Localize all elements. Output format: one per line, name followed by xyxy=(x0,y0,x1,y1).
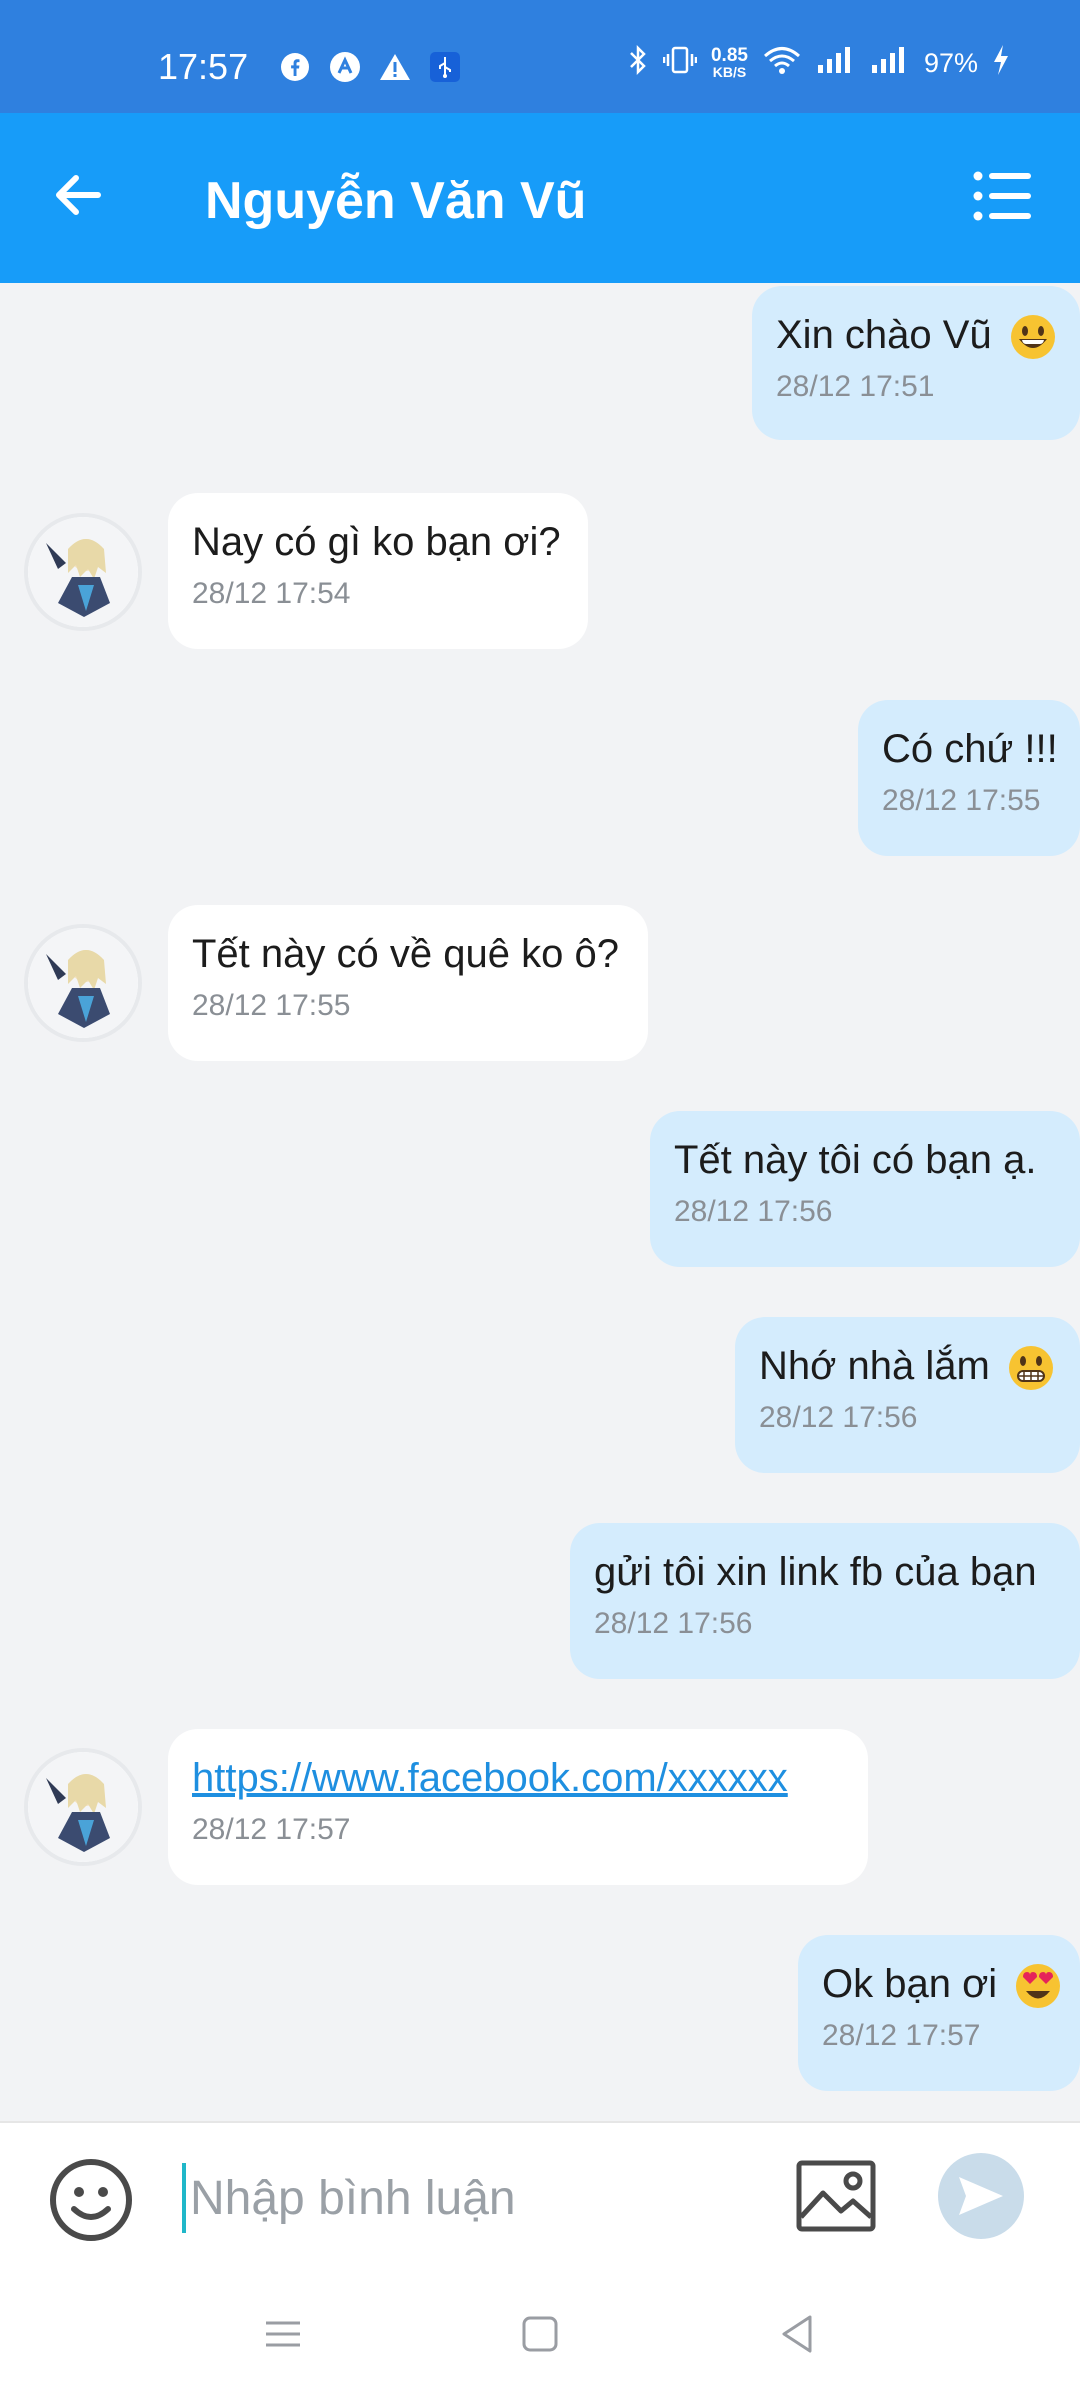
system-back-button[interactable] xyxy=(772,2309,822,2359)
grimacing-face-icon xyxy=(1008,1346,1053,1391)
message-text-line: Ok bạn ơi xyxy=(822,1957,1061,2011)
vibrate-icon xyxy=(662,45,698,82)
send-button[interactable] xyxy=(938,2153,1024,2239)
message-bubble-outgoing[interactable]: Có chứ !!! 28/12 17:55 xyxy=(858,700,1080,856)
status-right-icons: 0.85 KB/S 97% xyxy=(627,44,1010,83)
heart-eyes-face-icon xyxy=(1016,1964,1061,2009)
charging-icon xyxy=(992,44,1010,83)
bluetooth-icon xyxy=(627,44,649,83)
message-time: 28/12 17:56 xyxy=(759,1401,918,1434)
message-bubble-incoming[interactable]: https://www.facebook.com/xxxxxx 28/12 17… xyxy=(168,1729,868,1885)
message-text-line: https://www.facebook.com/xxxxxx xyxy=(192,1751,844,1805)
avatar[interactable] xyxy=(24,924,142,1042)
home-button[interactable] xyxy=(515,2309,565,2359)
avatar-image-icon xyxy=(28,1752,138,1862)
facebook-icon xyxy=(278,50,312,84)
message-composer xyxy=(0,2121,1080,2271)
message-text: Ok bạn ơi xyxy=(822,1962,998,2006)
status-time: 17:57 xyxy=(158,46,249,87)
warning-icon xyxy=(378,50,412,84)
usb-icon xyxy=(428,50,462,84)
message-time: 28/12 17:57 xyxy=(192,1813,351,1846)
send-icon xyxy=(959,2177,1003,2215)
message-bubble-incoming[interactable]: Nay có gì ko bạn ơi? 28/12 17:54 xyxy=(168,493,588,649)
message-text-line: Xin chào Vũ xyxy=(776,308,1056,362)
back-button[interactable] xyxy=(48,165,108,225)
app-notification-icon xyxy=(328,50,362,84)
status-bar: 17:57 0.85 KB/S 97% xyxy=(0,0,1080,113)
chat-title: Nguyễn Văn Vũ xyxy=(205,172,587,230)
system-nav-bar xyxy=(0,2271,1080,2400)
message-time: 28/12 17:56 xyxy=(594,1607,753,1640)
network-speed-unit: KB/S xyxy=(712,63,747,80)
message-bubble-outgoing[interactable]: Nhớ nhà lắm 28/12 17:56 xyxy=(735,1317,1080,1473)
message-text: Có chứ !!! xyxy=(882,727,1058,771)
message-bubble-outgoing[interactable]: Tết này tôi có bạn ạ. 28/12 17:56 xyxy=(650,1111,1080,1267)
recent-apps-button[interactable] xyxy=(258,2309,308,2359)
message-bubble-outgoing[interactable]: Ok bạn ơi 28/12 17:57 xyxy=(798,1935,1080,2091)
message-text-line: Nhớ nhà lắm xyxy=(759,1339,1056,1393)
list-menu-icon xyxy=(973,171,1031,221)
comment-input[interactable] xyxy=(182,2163,742,2233)
message-list[interactable]: Xin chào Vũ 28/12 17:51 Nay có gì ko bạn… xyxy=(0,283,1080,2121)
emoji-button[interactable] xyxy=(48,2157,134,2243)
message-time: 28/12 17:51 xyxy=(776,370,935,403)
arrow-left-icon xyxy=(56,175,101,215)
avatar[interactable] xyxy=(24,513,142,631)
message-bubble-outgoing[interactable]: gửi tôi xin link fb của bạn 28/12 17:56 xyxy=(570,1523,1080,1679)
message-text: Xin chào Vũ xyxy=(776,313,992,357)
message-bubble-incoming[interactable]: Tết này có về quê ko ô? 28/12 17:55 xyxy=(168,905,648,1061)
triangle-back-icon xyxy=(782,2315,812,2353)
grinning-face-icon xyxy=(1010,315,1055,360)
menu-lines-icon xyxy=(266,2321,300,2347)
message-link[interactable]: https://www.facebook.com/xxxxxx xyxy=(192,1756,788,1800)
message-bubble-outgoing[interactable]: Xin chào Vũ 28/12 17:51 xyxy=(752,286,1080,440)
menu-button[interactable] xyxy=(972,168,1032,224)
attach-image-button[interactable] xyxy=(795,2159,877,2233)
signal-icon-2 xyxy=(870,45,910,82)
image-icon xyxy=(796,2160,876,2232)
message-text: Tết này có về quê ko ô? xyxy=(192,932,619,976)
smiley-icon xyxy=(50,2159,132,2241)
message-text: Nhớ nhà lắm xyxy=(759,1344,990,1388)
message-text: Tết này tôi có bạn ạ. xyxy=(674,1138,1037,1182)
message-time: 28/12 17:55 xyxy=(192,989,351,1022)
avatar-image-icon xyxy=(28,928,138,1038)
message-text: Nay có gì ko bạn ơi? xyxy=(192,520,561,564)
message-time: 28/12 17:55 xyxy=(882,784,1041,817)
message-time: 28/12 17:57 xyxy=(822,2019,981,2052)
message-time: 28/12 17:56 xyxy=(674,1195,833,1228)
battery-percent: 97% xyxy=(923,48,978,78)
chat-header: Nguyễn Văn Vũ xyxy=(0,113,1080,283)
signal-icon xyxy=(816,45,856,82)
message-time: 28/12 17:54 xyxy=(192,577,351,610)
avatar[interactable] xyxy=(24,1748,142,1866)
square-icon xyxy=(522,2316,558,2352)
network-speed-value: 0.85 xyxy=(710,44,748,66)
message-text: gửi tôi xin link fb của bạn xyxy=(594,1550,1037,1594)
avatar-image-icon xyxy=(28,517,138,627)
notification-icons xyxy=(278,50,462,84)
wifi-icon xyxy=(762,45,802,82)
network-speed: 0.85 KB/S xyxy=(710,44,748,81)
